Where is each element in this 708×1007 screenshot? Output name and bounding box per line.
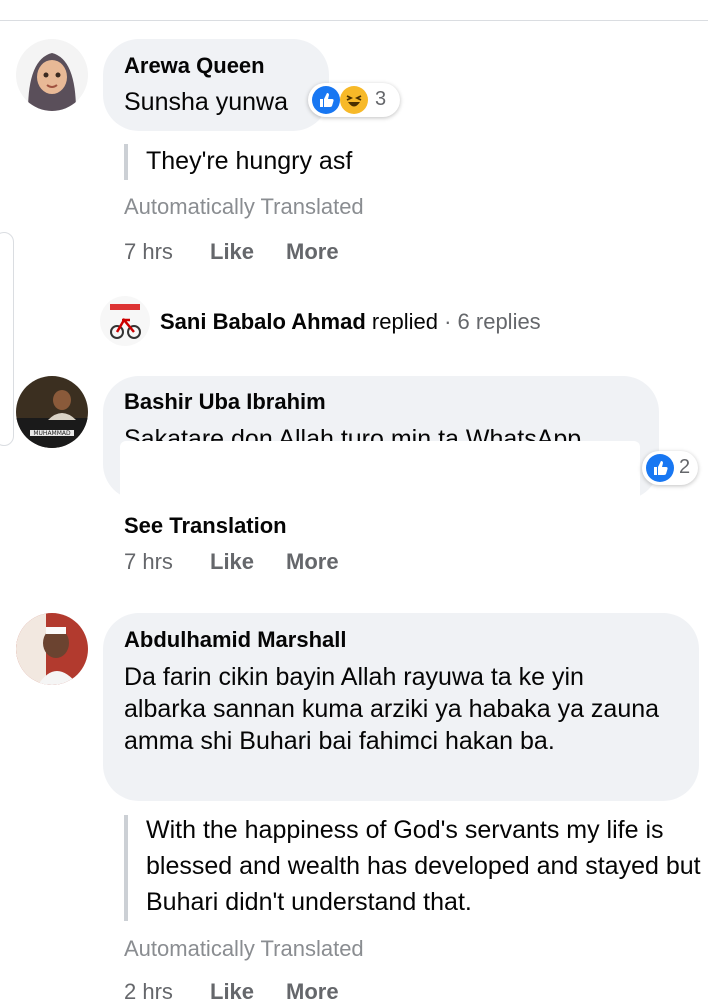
avatar-sani-babalo-ahmad[interactable] bbox=[100, 296, 150, 346]
reply-author[interactable]: Sani Babalo Ahmad bbox=[160, 309, 366, 334]
reaction-count: 2 bbox=[679, 456, 691, 478]
comment-actions: 7 hrs Like More bbox=[124, 549, 424, 577]
like-reaction-icon bbox=[646, 454, 674, 482]
reply-separator: · bbox=[444, 309, 452, 334]
translation-text: They're hungry asf bbox=[146, 147, 353, 175]
like-button[interactable]: Like bbox=[210, 549, 254, 575]
comment-author[interactable]: Arewa Queen bbox=[124, 53, 265, 79]
reaction-summary[interactable]: 3 bbox=[308, 83, 400, 117]
reply-count[interactable]: 6 replies bbox=[458, 309, 541, 334]
like-button[interactable]: Like bbox=[210, 979, 254, 1005]
auto-translated-label: Automatically Translated bbox=[124, 936, 364, 961]
translation-text: With the happiness of God's servants my … bbox=[146, 816, 701, 916]
comment-actions: 2 hrs Like More bbox=[124, 979, 424, 1007]
more-button[interactable]: More bbox=[286, 979, 339, 1005]
reaction-count: 3 bbox=[375, 88, 387, 110]
auto-translated-label: Automatically Translated bbox=[124, 194, 364, 219]
more-button[interactable]: More bbox=[286, 549, 339, 575]
see-translation-link[interactable]: See Translation bbox=[124, 513, 287, 539]
like-reaction-icon bbox=[312, 86, 340, 114]
comment-actions: 7 hrs Like More bbox=[124, 239, 424, 267]
like-button[interactable]: Like bbox=[210, 239, 254, 265]
avatar-abdulhamid-marshall[interactable] bbox=[16, 613, 88, 685]
more-button[interactable]: More bbox=[286, 239, 339, 265]
reaction-summary[interactable]: 2 bbox=[642, 451, 698, 485]
timestamp[interactable]: 7 hrs bbox=[124, 239, 173, 265]
top-divider bbox=[0, 20, 708, 21]
timestamp[interactable]: 2 hrs bbox=[124, 979, 173, 1005]
image-redaction bbox=[120, 441, 640, 501]
haha-reaction-icon bbox=[340, 86, 368, 114]
comment-author[interactable]: Abdulhamid Marshall bbox=[124, 627, 346, 653]
translation-quote-bar bbox=[124, 144, 128, 180]
replies-summary[interactable]: Sani Babalo Ahmad replied · 6 replies bbox=[160, 309, 541, 335]
comment-text: Sunsha yunwa bbox=[124, 88, 289, 116]
left-panel-edge bbox=[0, 232, 14, 446]
avatar-arewa-queen[interactable] bbox=[16, 39, 88, 111]
comment-text: Da farin cikin bayin Allah rayuwa ta ke … bbox=[124, 663, 660, 755]
avatar-caption: MUHAMMAD bbox=[33, 430, 71, 437]
avatar-bashir-uba-ibrahim[interactable]: MUHAMMAD bbox=[16, 376, 88, 448]
timestamp[interactable]: 7 hrs bbox=[124, 549, 173, 575]
reply-verb: replied bbox=[371, 309, 438, 334]
comment-author[interactable]: Bashir Uba Ibrahim bbox=[124, 389, 326, 415]
translation-quote-bar bbox=[124, 815, 128, 921]
